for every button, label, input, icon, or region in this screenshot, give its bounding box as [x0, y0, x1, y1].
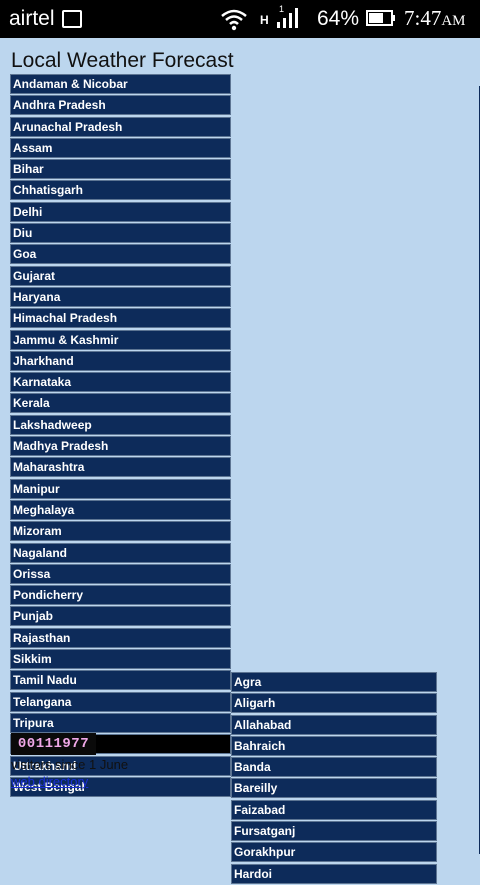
- state-item[interactable]: Nagaland: [10, 542, 231, 563]
- svg-text:1: 1: [279, 4, 284, 14]
- carrier-name: airtel: [9, 7, 55, 30]
- status-bar: airtel H 1 64% 7:47AM: [0, 0, 480, 38]
- state-item[interactable]: Lakshadweep: [10, 414, 231, 435]
- state-item[interactable]: Gujarat: [10, 265, 231, 286]
- signal-icon: 1: [277, 4, 298, 28]
- state-item[interactable]: Kerala: [10, 393, 231, 414]
- visitor-counter: 00111977: [11, 733, 96, 755]
- city-item[interactable]: Gorakhpur: [231, 842, 437, 863]
- city-item[interactable]: Banda: [231, 757, 437, 778]
- city-item[interactable]: Bareilly: [231, 778, 437, 799]
- city-item[interactable]: Allahabad: [231, 714, 437, 735]
- state-item[interactable]: Arunachal Pradesh: [10, 116, 231, 137]
- clock-time: 7:47: [404, 6, 442, 30]
- state-item[interactable]: Meghalaya: [10, 499, 231, 520]
- state-item[interactable]: Jammu & Kashmir: [10, 329, 231, 350]
- state-item[interactable]: Tripura: [10, 712, 231, 733]
- state-item[interactable]: Delhi: [10, 201, 231, 222]
- web-directory-link[interactable]: web directory: [11, 774, 88, 789]
- state-list: Andaman & Nicobar Andhra Pradesh Arunachal…: [10, 74, 231, 798]
- state-item[interactable]: Pondicherry: [10, 585, 231, 606]
- state-item[interactable]: Karnataka: [10, 372, 231, 393]
- wifi-icon: [221, 9, 247, 31]
- state-item[interactable]: Manipur: [10, 478, 231, 499]
- clock-ampm: AM: [441, 13, 466, 29]
- city-item[interactable]: Aligarh: [231, 693, 437, 714]
- state-item[interactable]: Jharkhand: [10, 350, 231, 371]
- state-item[interactable]: Diu: [10, 223, 231, 244]
- battery-icon: [366, 10, 395, 26]
- state-item[interactable]: Bihar: [10, 159, 231, 180]
- state-item[interactable]: Tamil Nadu: [10, 670, 231, 691]
- city-item[interactable]: Faizabad: [231, 799, 437, 820]
- state-item[interactable]: Himachal Pradesh: [10, 308, 231, 329]
- page-title: Local Weather Forecast: [11, 49, 234, 72]
- state-item[interactable]: Goa: [10, 244, 231, 265]
- battery-percent: 64%: [317, 7, 360, 30]
- state-item[interactable]: Telangana: [10, 691, 231, 712]
- image-notification-icon: [62, 10, 82, 28]
- state-item[interactable]: Maharashtra: [10, 457, 231, 478]
- clock: 7:47AM: [404, 6, 466, 31]
- state-item[interactable]: Punjab: [10, 606, 231, 627]
- state-item[interactable]: Sikkim: [10, 649, 231, 670]
- state-item[interactable]: Andaman & Nicobar: [10, 74, 231, 94]
- city-item[interactable]: Fursatganj: [231, 821, 437, 842]
- city-item[interactable]: Hardoi: [231, 863, 437, 884]
- city-list: Agra Aligarh Allahabad Bahraich Banda Bareill…: [231, 672, 437, 885]
- state-item[interactable]: Mizoram: [10, 521, 231, 542]
- state-item[interactable]: Assam: [10, 137, 231, 158]
- state-item[interactable]: Rajasthan: [10, 627, 231, 648]
- state-item[interactable]: Chhatisgarh: [10, 180, 231, 201]
- city-item[interactable]: Bahraich: [231, 735, 437, 756]
- state-item[interactable]: Andhra Pradesh: [10, 95, 231, 116]
- state-item[interactable]: Madhya Pradesh: [10, 436, 231, 457]
- network-type: H: [260, 13, 269, 27]
- city-item[interactable]: Agra: [231, 672, 437, 692]
- state-item[interactable]: Haryana: [10, 286, 231, 307]
- visitors-caption: visitors since 1 June: [11, 757, 129, 772]
- state-item[interactable]: Orissa: [10, 563, 231, 584]
